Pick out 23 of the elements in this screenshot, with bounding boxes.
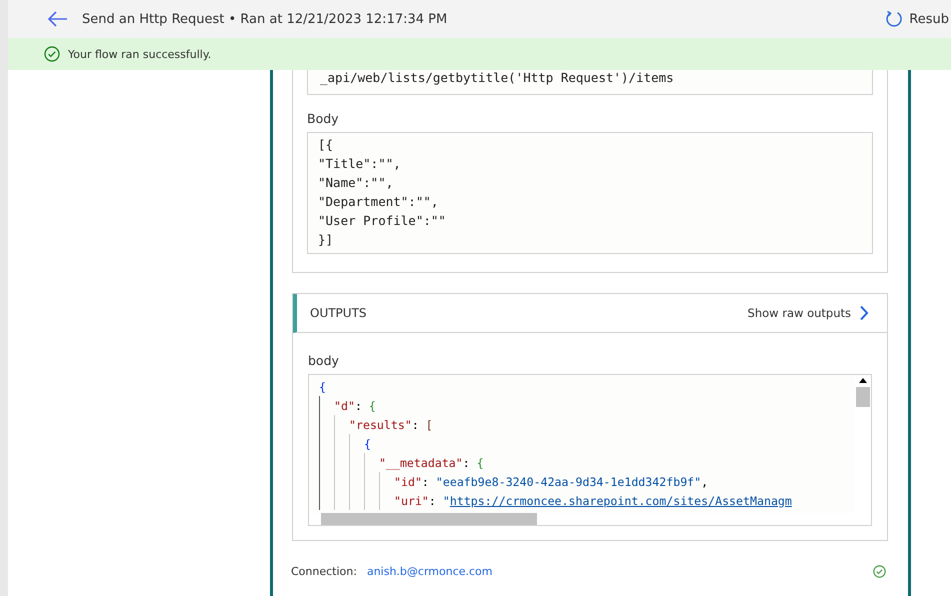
code-line: { <box>364 436 371 450</box>
refresh-icon[interactable] <box>885 10 904 28</box>
code-line: "results": [ <box>349 418 433 432</box>
code-line: "uri": "https://crmoncee.sharepoint.com/sites/AssetManagm <box>394 494 792 508</box>
chevron-right-icon[interactable] <box>859 305 869 321</box>
flow-run-title: Send an Http Request • Ran at 12/21/2023 12:17:34 PM <box>82 12 448 26</box>
code-line: { <box>319 380 326 394</box>
body-label: body <box>308 353 340 368</box>
outputs-heading: OUTPUTS <box>310 306 368 320</box>
resubmit-button[interactable]: Resub <box>909 12 949 26</box>
code-line: "d": { <box>334 398 376 412</box>
code-line: "id": "eeafb9e8-3240-42aa-9d34-1e1dd342fb9f", <box>394 474 708 488</box>
check-circle-icon <box>44 46 60 62</box>
success-message: Your flow ran successfully. <box>68 48 212 60</box>
connection-link[interactable]: anish.b@crmonce.com <box>366 565 493 578</box>
show-raw-outputs-link[interactable]: Show raw outputs <box>748 306 851 320</box>
back-arrow-icon[interactable] <box>48 11 68 27</box>
code-line: "__metadata": { <box>379 456 484 470</box>
check-circle-icon <box>873 565 886 578</box>
connection-label: Connection: <box>291 565 357 578</box>
body-field: [{ "Title":"", "Name":"", "Department":"", "User Profile":"" }] <box>307 132 873 254</box>
body-label: Body <box>307 111 340 126</box>
uri-field: _api/web/lists/getbytitle('Http Request')/items <box>307 70 873 95</box>
